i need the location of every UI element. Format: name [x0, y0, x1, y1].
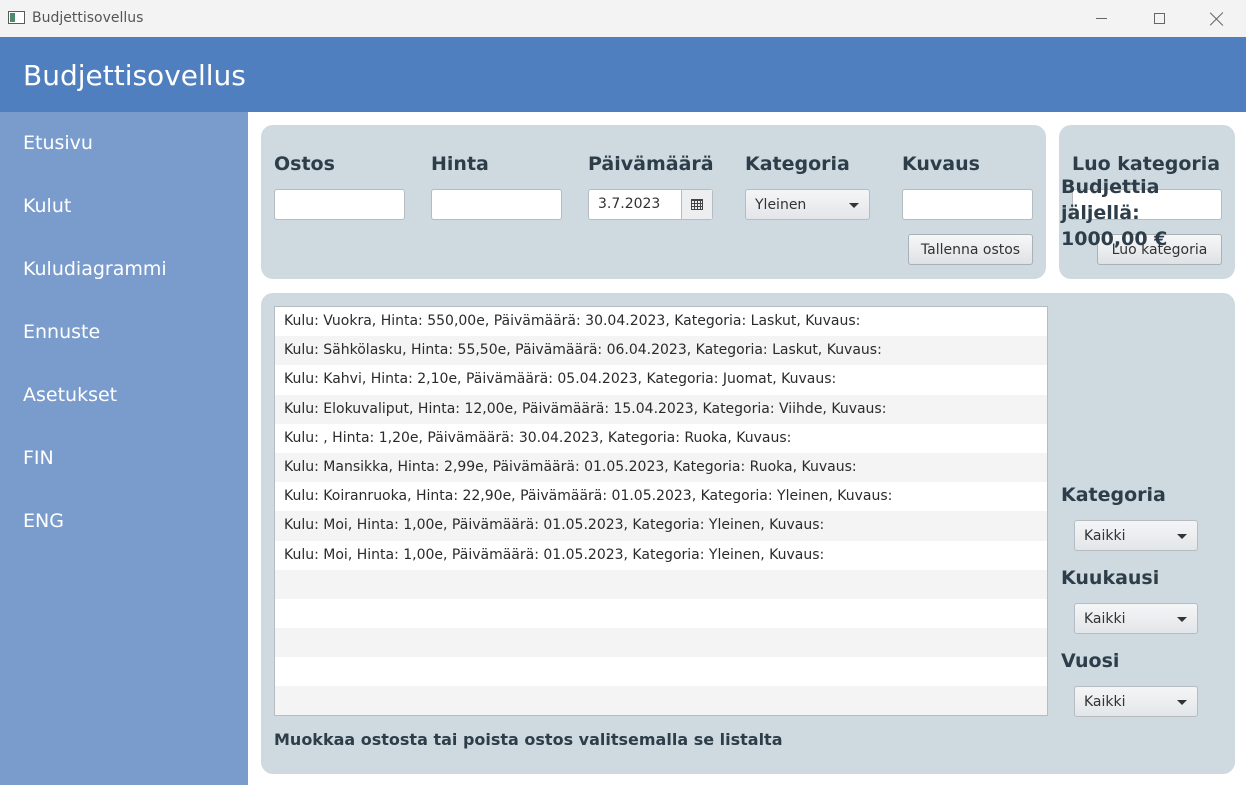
window-title: Budjettisovellus: [32, 10, 144, 26]
filter-month-label: Kuukausi: [1061, 567, 1160, 589]
category-select-value: Yleinen: [755, 197, 807, 213]
date-label: Päivämäärä: [588, 153, 714, 175]
expense-row[interactable]: Kulu: Vuokra, Hinta: 550,00e, Päivämäärä…: [275, 307, 1047, 336]
expense-row[interactable]: Kulu: Sähkölasku, Hinta: 55,50e, Päivämä…: [275, 336, 1047, 366]
maximize-icon: [1153, 13, 1165, 24]
filter-month-select[interactable]: Kaikki: [1074, 603, 1198, 634]
expense-row[interactable]: Kulu: Koiranruoka, Hinta: 22,90e, Päiväm…: [275, 482, 1047, 511]
close-icon: [1210, 12, 1224, 26]
price-label: Hinta: [431, 153, 489, 175]
date-value[interactable]: 3.7.2023: [589, 190, 681, 219]
app-header: Budjettisovellus: [0, 37, 1246, 112]
chevron-down-icon: [1177, 700, 1187, 705]
price-input[interactable]: [431, 189, 562, 220]
app-title: Budjettisovellus: [23, 59, 246, 92]
maximize-button[interactable]: [1130, 0, 1188, 37]
filter-year-select[interactable]: Kaikki: [1074, 686, 1198, 717]
filter-category-value: Kaikki: [1084, 528, 1126, 544]
purchase-label: Ostos: [274, 153, 335, 175]
save-purchase-button[interactable]: Tallenna ostos: [908, 234, 1033, 265]
budget-remaining: Budjettia jäljellä: 1000,00 €: [1061, 174, 1211, 252]
expense-row[interactable]: Kulu: Moi, Hinta: 1,00e, Päivämäärä: 01.…: [275, 511, 1047, 541]
sidebar-item-ennuste[interactable]: Ennuste: [23, 321, 100, 343]
empty-row: [275, 628, 1047, 658]
filter-month-value: Kaikki: [1084, 611, 1126, 627]
minimize-icon: [1095, 18, 1107, 19]
expense-row[interactable]: Kulu: Mansikka, Hinta: 2,99e, Päivämäärä…: [275, 452, 1047, 483]
date-picker[interactable]: 3.7.2023: [588, 189, 713, 220]
budget-label-line1: Budjettia: [1061, 176, 1160, 198]
app-window-icon: [8, 11, 25, 24]
window-titlebar: Budjettisovellus: [0, 0, 1246, 37]
empty-row: [275, 686, 1047, 715]
empty-row: [275, 569, 1047, 599]
description-label: Kuvaus: [902, 153, 980, 175]
list-hint: Muokkaa ostosta tai poista ostos valitse…: [274, 730, 783, 749]
expense-row[interactable]: Kulu: Kahvi, Hinta: 2,10e, Päivämäärä: 0…: [275, 365, 1047, 394]
description-input[interactable]: [902, 189, 1033, 220]
expense-row[interactable]: Kulu: , Hinta: 1,20e, Päivämäärä: 30.04.…: [275, 424, 1047, 453]
filter-year-label: Vuosi: [1061, 650, 1120, 672]
sidebar-item-fin[interactable]: FIN: [23, 447, 54, 469]
empty-row: [275, 657, 1047, 686]
chevron-down-icon: [1177, 617, 1187, 622]
category-select[interactable]: Yleinen: [745, 189, 870, 220]
expense-row[interactable]: Kulu: Elokuvaliput, Hinta: 12,00e, Päivä…: [275, 394, 1047, 424]
chevron-down-icon: [1177, 534, 1187, 539]
main-content: Ostos Hinta Päivämäärä 3.7.2023 Kategori…: [248, 112, 1246, 785]
expense-list[interactable]: Kulu: Vuokra, Hinta: 550,00e, Päivämäärä…: [274, 306, 1048, 716]
budget-label-line2: jäljellä:: [1061, 202, 1140, 224]
filter-category-label: Kategoria: [1061, 484, 1166, 506]
sidebar-item-etusivu[interactable]: Etusivu: [23, 132, 93, 154]
close-button[interactable]: [1188, 0, 1246, 37]
calendar-button[interactable]: [681, 190, 712, 219]
purchase-form-panel: Ostos Hinta Päivämäärä 3.7.2023 Kategori…: [261, 125, 1046, 279]
sidebar-item-asetukset[interactable]: Asetukset: [23, 384, 117, 406]
sidebar: Etusivu Kulut Kuludiagrammi Ennuste Aset…: [0, 112, 248, 785]
purchase-input[interactable]: [274, 189, 405, 220]
create-category-label: Luo kategoria: [1072, 153, 1221, 175]
chevron-down-icon: [849, 203, 859, 208]
expense-row[interactable]: Kulu: Moi, Hinta: 1,00e, Päivämäärä: 01.…: [275, 541, 1047, 570]
filter-category-select[interactable]: Kaikki: [1074, 520, 1198, 551]
minimize-button[interactable]: [1072, 0, 1130, 37]
sidebar-item-kuludiagrammi[interactable]: Kuludiagrammi: [23, 258, 167, 280]
empty-row: [275, 599, 1047, 628]
filter-year-value: Kaikki: [1084, 694, 1126, 710]
budget-amount: 1000,00 €: [1061, 228, 1168, 250]
sidebar-item-eng[interactable]: ENG: [23, 510, 64, 532]
calendar-icon: [691, 199, 703, 210]
category-label: Kategoria: [745, 153, 850, 175]
sidebar-item-kulut[interactable]: Kulut: [23, 195, 71, 217]
